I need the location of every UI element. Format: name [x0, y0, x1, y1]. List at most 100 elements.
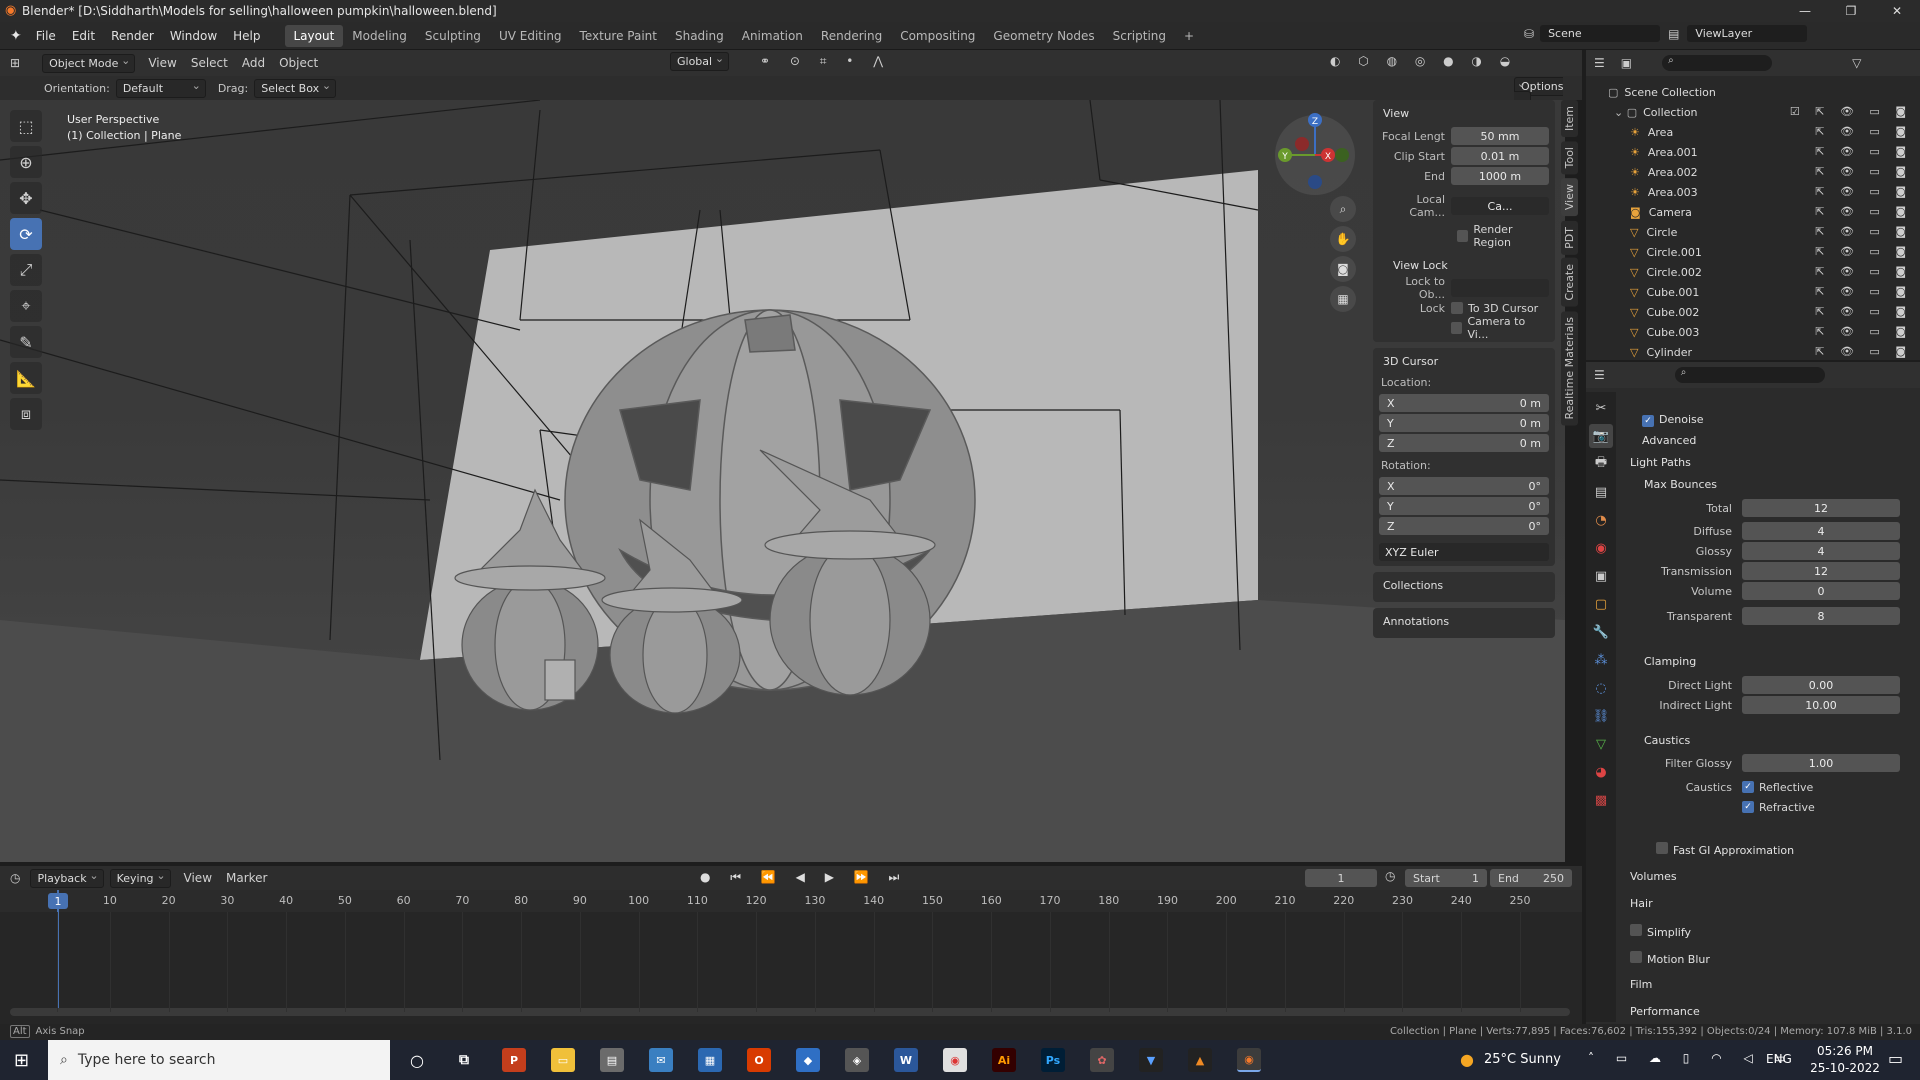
menu-add[interactable]: Add [235, 56, 272, 70]
word-icon[interactable]: W [894, 1048, 918, 1072]
weather-text[interactable]: 25°C Sunny [1484, 1052, 1561, 1067]
fast-gi-panel[interactable]: Fast GI Approximation [1673, 844, 1794, 857]
hair-panel[interactable]: Hair [1630, 897, 1653, 910]
material-tab-icon[interactable]: ◕ [1589, 760, 1613, 784]
collections-section[interactable]: Collections [1373, 572, 1555, 602]
outliner-item[interactable]: ◙ Camera ⇱ 👁 ▭ ◙ [1586, 202, 1920, 222]
windows-start-icon[interactable]: ⊞ [14, 1050, 29, 1071]
indirect-light-field[interactable]: 10.00 [1742, 696, 1900, 714]
total-bounces-field[interactable]: 12 [1742, 499, 1900, 517]
denoise-panel[interactable]: Denoise [1659, 413, 1704, 426]
clock-time[interactable]: 05:26 PM [1810, 1044, 1880, 1058]
outliner-item[interactable]: ▽ Cube.003 ⇱ 👁 ▭ ◙ [1586, 322, 1920, 342]
annotations-title[interactable]: Annotations [1379, 612, 1549, 634]
refractive-checkbox[interactable]: Refractive [1759, 801, 1815, 814]
visibility-toggles[interactable]: ⇱ 👁 ▭ ◙ [1815, 245, 1912, 258]
visibility-toggles[interactable]: ⇱ 👁 ▭ ◙ [1815, 345, 1912, 358]
timeline-scrollbar[interactable] [10, 1008, 1570, 1016]
caustics-panel[interactable]: Caustics [1644, 734, 1690, 747]
advanced-panel[interactable]: Advanced [1642, 434, 1696, 447]
visibility-toggles[interactable]: ⇱ 👁 ▭ ◙ [1815, 285, 1912, 298]
store-icon[interactable]: ▦ [698, 1048, 722, 1072]
tab-view[interactable]: View [1561, 178, 1578, 217]
tab-texture-paint[interactable]: Texture Paint [571, 25, 666, 47]
volume-bounces-field[interactable]: 0 [1742, 582, 1900, 600]
app-icon-v[interactable]: ▼ [1139, 1048, 1163, 1072]
tab-shading[interactable]: Shading [666, 25, 733, 47]
cursor-rot-x-field[interactable]: X 0° [1379, 477, 1549, 495]
clip-end-field[interactable]: 1000 m [1451, 167, 1549, 185]
filter-glossy-field[interactable]: 1.00 [1742, 754, 1900, 772]
weather-icon[interactable]: ● [1460, 1050, 1474, 1069]
tab-geometry-nodes[interactable]: Geometry Nodes [984, 25, 1103, 47]
3d-viewport[interactable]: Z Y X ⌕ ✋ ◙ ▦ [0, 100, 1565, 862]
tab-realtime-materials[interactable]: Realtime Materials [1561, 310, 1578, 426]
view-layer-selector[interactable]: ViewLayer [1687, 25, 1808, 42]
tab-uv-editing[interactable]: UV Editing [490, 25, 571, 47]
view-layer-tab-icon[interactable]: ▤ [1589, 480, 1613, 504]
tool-tab-icon[interactable]: ✂ [1589, 396, 1613, 420]
pivot-snap-icons[interactable]: ⚭ ⊙ ⌗ • ⋀ [760, 54, 891, 69]
add-workspace-button[interactable]: + [1175, 25, 1203, 47]
scale-icon[interactable]: ⤢ [10, 254, 42, 286]
minimize-button[interactable]: — [1782, 0, 1828, 22]
chrome-icon[interactable]: ◉ [943, 1048, 967, 1072]
menu-window[interactable]: Window [162, 29, 225, 43]
navigation-gizmo[interactable]: Z Y X [1270, 110, 1360, 200]
vlc-icon[interactable]: ▲ [1188, 1048, 1212, 1072]
motion-blur-panel[interactable]: Motion Blur [1647, 953, 1710, 966]
world-tab-icon[interactable]: ◉ [1589, 536, 1613, 560]
3d-cursor-title[interactable]: 3D Cursor [1379, 352, 1549, 374]
transmission-bounces-field[interactable]: 12 [1742, 562, 1900, 580]
output-tab-icon[interactable]: 🖶 [1589, 452, 1613, 476]
particles-tab-icon[interactable]: ⁂ [1589, 648, 1613, 672]
max-bounces-panel[interactable]: Max Bounces [1644, 478, 1717, 491]
measure-icon[interactable]: 📐 [10, 362, 42, 394]
display-mode-icon[interactable]: ▣ [1621, 56, 1632, 70]
timeline-editor-icon[interactable]: ◷ [10, 871, 20, 885]
shading-mode-icons[interactable]: ◐ ⬡ ◍ ◎ ● ◑ ◒ [1330, 54, 1517, 68]
scene-icon[interactable]: ⛁ [1524, 27, 1534, 41]
cursor-loc-z-field[interactable]: Z0 m [1379, 434, 1549, 452]
cortana-icon[interactable]: ○ [405, 1048, 429, 1072]
tab-create[interactable]: Create [1561, 258, 1578, 307]
add-cube-icon[interactable]: ⧈ [10, 398, 42, 430]
outliner-item[interactable]: ▽ Cube.001 ⇱ 👁 ▭ ◙ [1586, 282, 1920, 302]
notifications-icon[interactable]: ▭ [1888, 1049, 1903, 1068]
frame-ruler[interactable]: 1102030405060708090100110120130140150160… [0, 890, 1582, 912]
properties-search-input[interactable]: ⌕ [1674, 367, 1825, 383]
menu-render[interactable]: Render [103, 29, 162, 43]
camera-to-view-checkbox[interactable]: Camera to Vi... [1467, 315, 1549, 341]
camera-view-icon[interactable]: ◙ [1330, 256, 1356, 282]
transparent-bounces-field[interactable]: 8 [1742, 607, 1900, 625]
office-icon[interactable]: O [747, 1048, 771, 1072]
annotations-section[interactable]: Annotations [1373, 608, 1555, 638]
start-frame-field[interactable]: Start 1 [1405, 869, 1487, 887]
move-icon[interactable]: ✥ [10, 182, 42, 214]
tab-rendering[interactable]: Rendering [812, 25, 891, 47]
texture-tab-icon[interactable]: ▩ [1589, 788, 1613, 812]
rotate-icon[interactable]: ⟳ [10, 218, 42, 250]
menu-file[interactable]: File [28, 29, 64, 43]
menu-select[interactable]: Select [184, 56, 235, 70]
cursor-loc-y-field[interactable]: Y0 m [1379, 414, 1549, 432]
playhead-frame-label[interactable]: 1 [48, 893, 68, 909]
filter-icon[interactable]: ▽ [1852, 56, 1861, 70]
pan-hand-icon[interactable]: ✋ [1330, 226, 1356, 252]
outliner-item[interactable]: ☀ Area ⇱ 👁 ▭ ◙ [1586, 122, 1920, 142]
powerpoint-icon[interactable]: P [502, 1048, 526, 1072]
cursor-loc-x-field[interactable]: X0 m [1379, 394, 1549, 412]
tab-compositing[interactable]: Compositing [891, 25, 984, 47]
direct-light-field[interactable]: 0.00 [1742, 676, 1900, 694]
select-box-icon[interactable]: ⬚ [10, 110, 42, 142]
annotate-icon[interactable]: ✎ [10, 326, 42, 358]
file-explorer-icon[interactable]: ▭ [551, 1048, 575, 1072]
mode-dropdown[interactable]: Object Mode [42, 53, 136, 73]
app-icon-generic[interactable]: ▤ [600, 1048, 624, 1072]
scene-selector[interactable]: Scene [1540, 25, 1661, 42]
visibility-toggles[interactable]: ⇱ 👁 ▭ ◙ [1815, 205, 1912, 218]
app-icon-red[interactable]: ✿ [1090, 1048, 1114, 1072]
playback-menu[interactable]: Playback [30, 868, 104, 888]
collection-tab-icon[interactable]: ▣ [1589, 564, 1613, 588]
orientation-dropdown[interactable]: Default [115, 78, 206, 98]
